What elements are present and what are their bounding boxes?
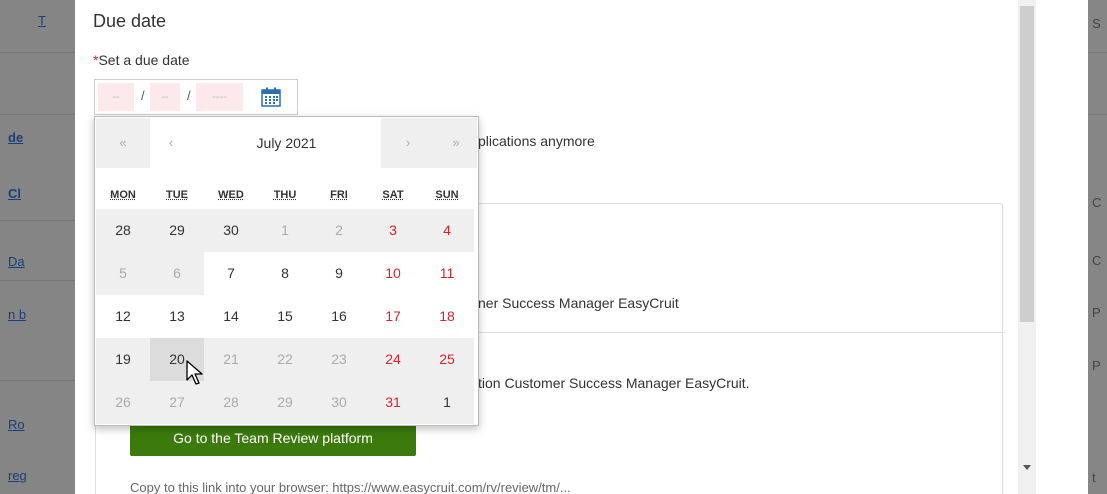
- calendar-day[interactable]: 30: [312, 381, 366, 424]
- calendar-day[interactable]: 14: [204, 295, 258, 338]
- divider: [1088, 114, 1107, 115]
- divider: [0, 280, 75, 281]
- background-text: C: [1092, 195, 1102, 210]
- calendar-day[interactable]: 4: [420, 209, 474, 252]
- section-title: Due date: [93, 11, 167, 31]
- background-text: P: [1092, 358, 1101, 373]
- date-separator: /: [141, 88, 145, 103]
- calendar-day[interactable]: 5: [96, 252, 150, 295]
- background-link: Cl: [8, 186, 21, 201]
- background-text: C: [1092, 253, 1102, 268]
- year-field[interactable]: ----: [196, 83, 243, 111]
- background-gap: [1036, 0, 1088, 494]
- calendar-day[interactable]: 19: [96, 338, 150, 381]
- date-separator: /: [187, 88, 191, 103]
- background-left-panel: T de Cl Da n b Ro reg: [0, 0, 75, 494]
- divider: [1088, 52, 1107, 53]
- divider: [479, 332, 1005, 333]
- due-date-label: *Set a due date: [93, 52, 190, 68]
- weekday-header: WED: [218, 189, 244, 201]
- day-field[interactable]: --: [98, 83, 134, 111]
- team-review-button[interactable]: Go to the Team Review platform: [130, 421, 416, 456]
- calendar-day[interactable]: 11: [420, 252, 474, 295]
- calendar-day[interactable]: 22: [258, 338, 312, 381]
- background-right-panel: S C C P P t: [1088, 0, 1107, 494]
- weekday-header: SUN: [435, 189, 459, 201]
- due-date-input[interactable]: -- / -- / ----: [94, 79, 298, 115]
- modal-scrollbar[interactable]: [1018, 0, 1036, 494]
- option-text: plications anymore: [478, 133, 595, 149]
- calendar-day[interactable]: 6: [150, 252, 204, 295]
- calendar-day[interactable]: 7: [204, 252, 258, 295]
- scroll-down-icon[interactable]: [1023, 465, 1031, 470]
- calendar-day[interactable]: 16: [312, 295, 366, 338]
- month-field[interactable]: --: [150, 83, 180, 111]
- calendar-day[interactable]: 1: [258, 209, 312, 252]
- background-text: S: [1092, 16, 1101, 31]
- scrollbar-thumb[interactable]: [1020, 6, 1034, 322]
- calendar-day[interactable]: 23: [312, 338, 366, 381]
- weekday-header: SAT: [382, 189, 404, 201]
- weekday-header: MON: [110, 189, 136, 201]
- background-link: de: [8, 130, 24, 145]
- background-text: t: [1092, 470, 1096, 485]
- link-hint-text: Copy to this link into your browser: htt…: [130, 480, 571, 494]
- email-body-text: tion Customer Success Manager EasyCruit.: [478, 375, 750, 391]
- month-year-label[interactable]: July 2021: [192, 118, 381, 168]
- background-link: T: [38, 13, 46, 28]
- next-month-button[interactable]: ›: [381, 118, 435, 168]
- calendar-day[interactable]: 8: [258, 252, 312, 295]
- next-year-button[interactable]: »: [435, 118, 477, 168]
- calendar-day[interactable]: 17: [366, 295, 420, 338]
- calendar-day[interactable]: 28: [96, 209, 150, 252]
- background-link: Ro: [8, 417, 25, 432]
- calendar-day[interactable]: 21: [204, 338, 258, 381]
- calendar-day[interactable]: 2: [312, 209, 366, 252]
- calendar-day[interactable]: 31: [366, 381, 420, 424]
- calendar-day[interactable]: 9: [312, 252, 366, 295]
- calendar-day[interactable]: 12: [96, 295, 150, 338]
- calendar-day[interactable]: 29: [150, 209, 204, 252]
- divider: [0, 380, 75, 381]
- calendar-day[interactable]: 29: [258, 381, 312, 424]
- mouse-cursor-icon: [186, 360, 203, 385]
- calendar-day[interactable]: 28: [204, 381, 258, 424]
- calendar-day[interactable]: 27: [150, 381, 204, 424]
- divider: [0, 220, 75, 221]
- weekday-header: TUE: [166, 189, 188, 201]
- calendar-day[interactable]: 15: [258, 295, 312, 338]
- divider: [0, 52, 75, 53]
- prev-month-button[interactable]: ‹: [150, 118, 192, 168]
- calendar-day[interactable]: 1: [420, 381, 474, 424]
- weekday-header: FRI: [330, 189, 348, 201]
- datepicker-popup: « ‹ July 2021 › » MON TUE WED THU FRI SAT SUN 2…: [94, 116, 479, 426]
- background-text: P: [1092, 305, 1101, 320]
- weekday-header: THU: [273, 189, 297, 201]
- calendar-day[interactable]: 30: [204, 209, 258, 252]
- due-date-label-text: Set a due date: [98, 52, 190, 68]
- background-link: reg: [8, 468, 27, 483]
- email-subject-text: ner Success Manager EasyCruit: [478, 295, 679, 311]
- calendar-day[interactable]: 18: [420, 295, 474, 338]
- prev-year-button[interactable]: «: [96, 118, 150, 168]
- calendar-day[interactable]: 3: [366, 209, 420, 252]
- calendar-day[interactable]: 25: [420, 338, 474, 381]
- calendar-icon[interactable]: [261, 87, 281, 107]
- calendar-day[interactable]: 26: [96, 381, 150, 424]
- calendar-day[interactable]: 13: [150, 295, 204, 338]
- divider: [0, 114, 75, 115]
- calendar-day[interactable]: 24: [366, 338, 420, 381]
- calendar-day[interactable]: 10: [366, 252, 420, 295]
- background-link: Da: [8, 254, 25, 269]
- background-link: n b: [8, 307, 27, 322]
